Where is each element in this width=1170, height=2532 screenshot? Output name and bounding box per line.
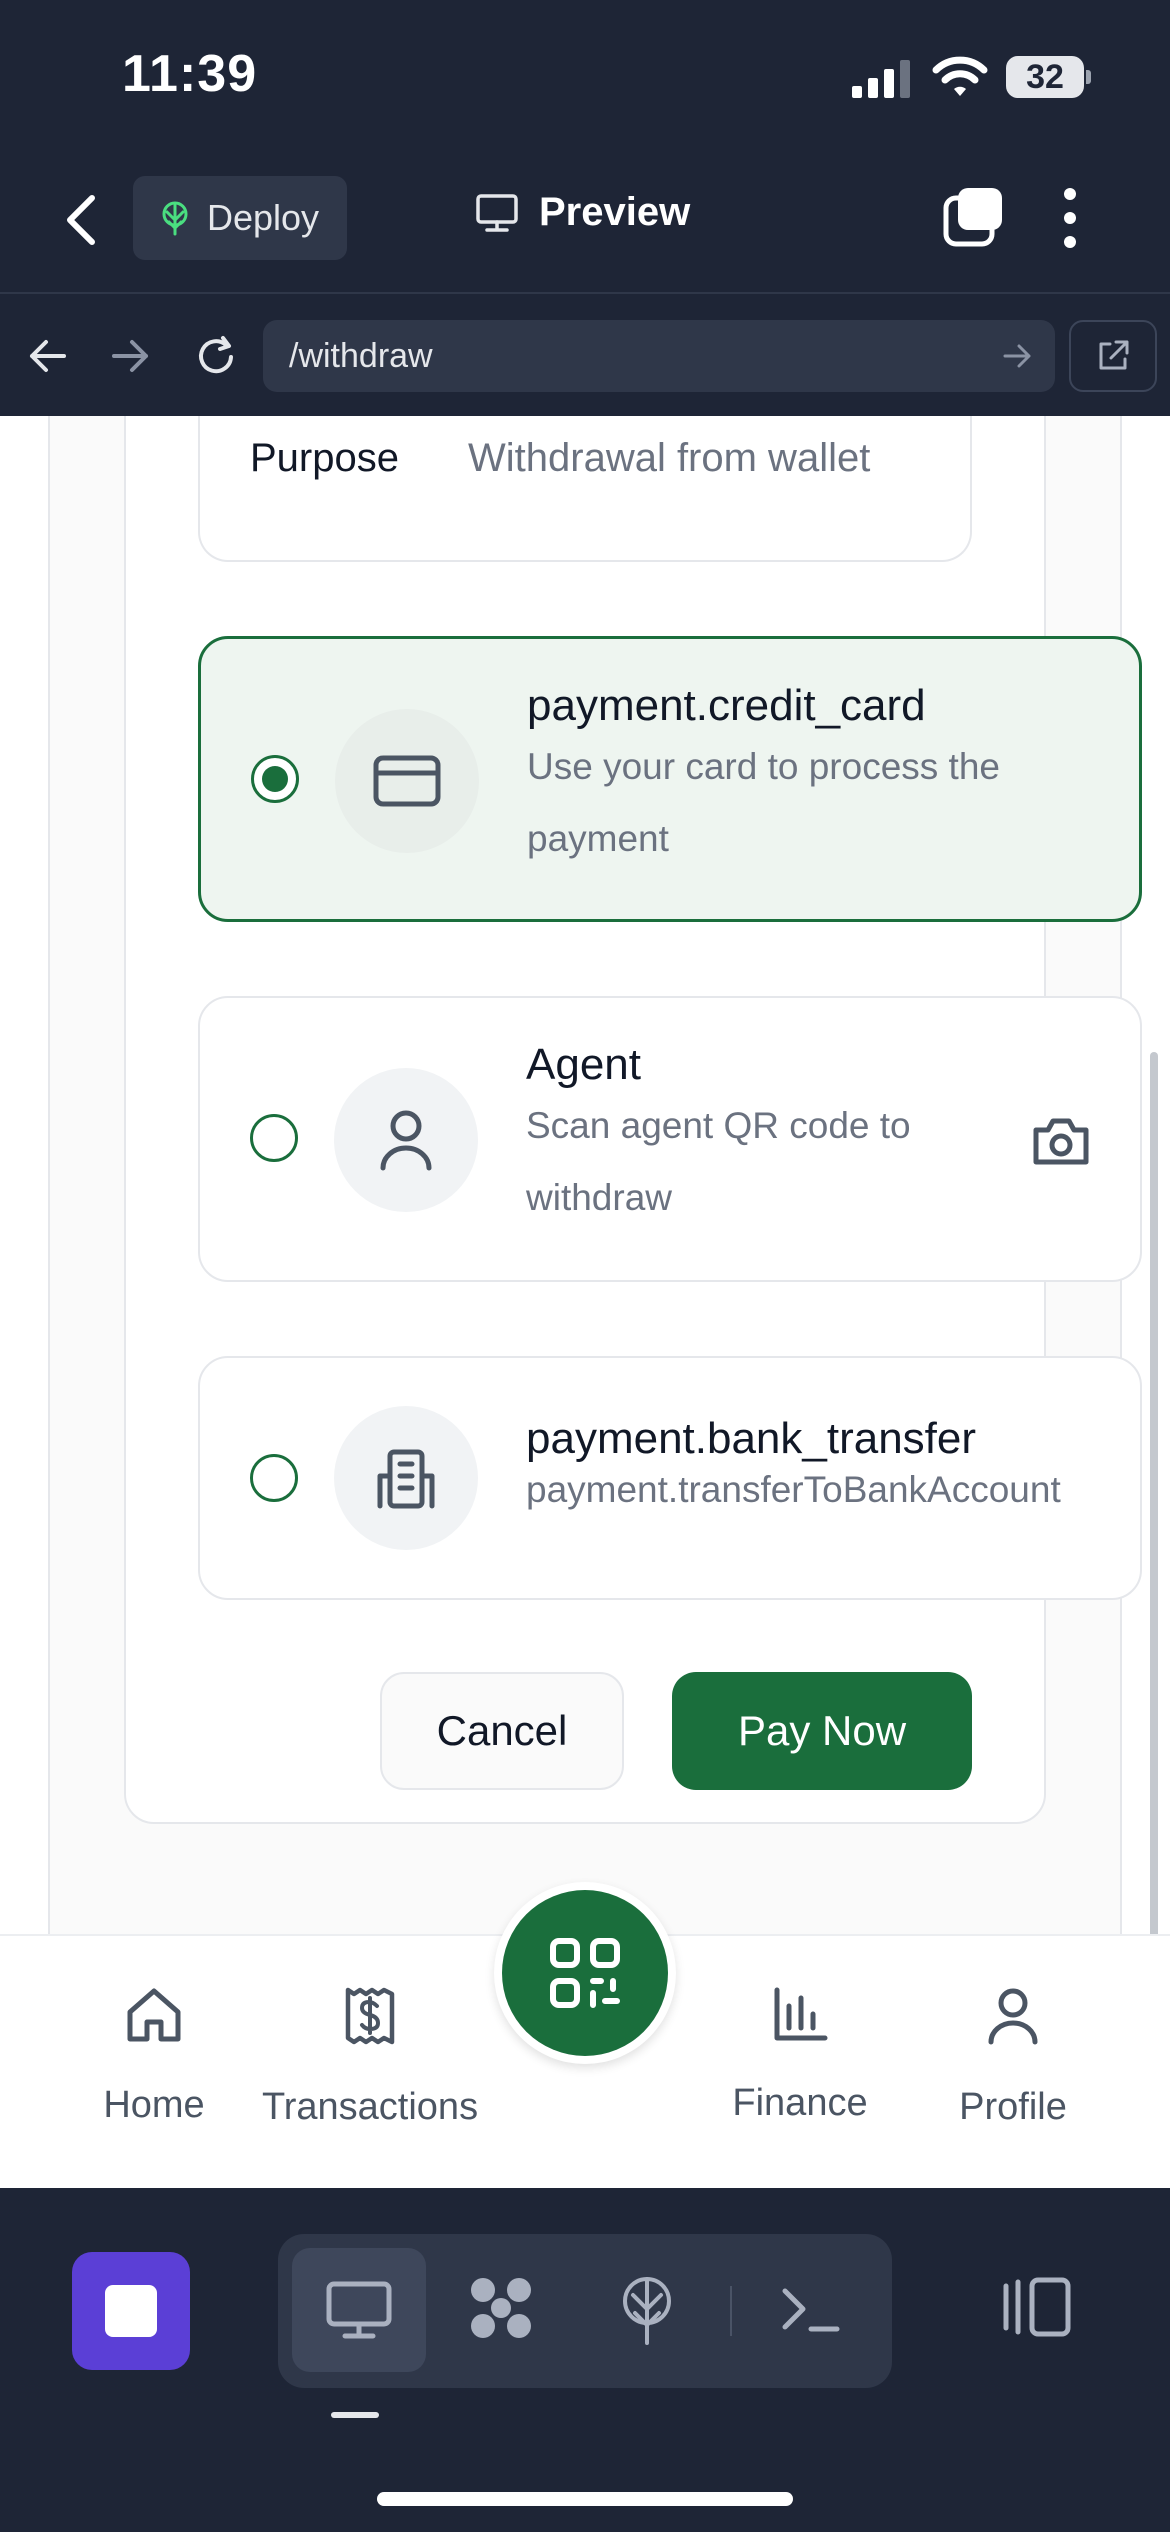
nav-item-profile[interactable]: Profile [893, 1986, 1133, 2129]
stop-icon [105, 2285, 157, 2337]
cellular-signal-icon [852, 58, 912, 98]
ide-dock [0, 2188, 1170, 2532]
scan-qr-button[interactable] [494, 1882, 676, 2064]
back-chevron-icon[interactable] [62, 192, 102, 248]
qr-code-icon [549, 1937, 621, 2009]
reload-icon[interactable] [193, 334, 239, 380]
camera-icon[interactable] [1032, 1116, 1090, 1166]
arrow-left-icon[interactable] [26, 336, 68, 376]
more-vertical-icon[interactable] [1063, 186, 1077, 250]
credit-card-icon [373, 755, 441, 807]
app-header: Deploy Preview [0, 150, 1170, 294]
option-title: payment.credit_card [527, 681, 926, 730]
purpose-value: Withdrawal from wallet [468, 436, 871, 480]
browser-bar: /withdraw [0, 296, 1170, 416]
grid-blocks-icon [467, 2274, 539, 2346]
user-icon [378, 1108, 434, 1172]
option-title: Agent [526, 1040, 641, 1089]
go-arrow-icon[interactable] [1003, 343, 1033, 369]
bank-building-icon [374, 1446, 438, 1510]
purpose-label: Purpose [250, 436, 399, 480]
open-external-button[interactable] [1069, 320, 1157, 392]
preview-tab[interactable]: Preview [475, 190, 690, 235]
preview-label: Preview [539, 190, 691, 234]
nav-label: Finance [732, 2082, 868, 2124]
payment-option-bank-transfer[interactable]: payment.bank_transfer payment.transferTo… [198, 1356, 1142, 1600]
url-input[interactable]: /withdraw [263, 320, 1055, 392]
user-icon [987, 1986, 1039, 2046]
nav-item-finance[interactable]: Finance [680, 1986, 920, 2125]
active-tool-indicator [331, 2412, 379, 2418]
option-description: Use your card to process the payment [527, 746, 1000, 859]
layout-toggle-icon[interactable] [1000, 2276, 1072, 2338]
tool-group [278, 2234, 892, 2388]
tool-workspace[interactable] [436, 2248, 570, 2372]
option-description: payment.transferToBankAccount [526, 1469, 1061, 1510]
monitor-icon [325, 2280, 393, 2340]
icon-badge [334, 1068, 478, 1212]
monitor-icon [475, 193, 519, 233]
tool-preview[interactable] [292, 2248, 426, 2372]
tool-terminal[interactable] [744, 2248, 878, 2372]
nav-label: Profile [959, 2086, 1067, 2128]
deploy-label: Deploy [207, 197, 320, 238]
terminal-icon [781, 2285, 841, 2335]
icon-badge [335, 709, 479, 853]
option-title: payment.bank_transfer [526, 1414, 977, 1463]
tool-deploy[interactable] [580, 2248, 714, 2372]
divider [730, 2286, 732, 2336]
option-description: Scan agent QR code to withdraw [526, 1105, 911, 1218]
status-bar: 11:39 32 [0, 0, 1170, 150]
nav-item-home[interactable]: Home [34, 1986, 274, 2127]
stop-button[interactable] [72, 2252, 190, 2370]
external-link-icon [1095, 338, 1131, 374]
deploy-button[interactable]: Deploy [133, 176, 347, 260]
status-time: 11:39 [122, 45, 258, 103]
nav-label: Transactions [261, 2086, 479, 2128]
arrow-right-icon[interactable] [110, 336, 152, 376]
icon-badge [334, 1406, 478, 1550]
battery-icon: 32 [1006, 56, 1091, 98]
payment-option-credit-card[interactable]: payment.credit_card Use your card to pro… [198, 636, 1142, 922]
receipt-dollar-icon [343, 1986, 397, 2046]
url-text: /withdraw [289, 336, 433, 375]
tabs-icon[interactable] [942, 186, 1006, 250]
home-indicator [377, 2492, 793, 2506]
wifi-icon [932, 54, 988, 98]
deploy-tree-icon [617, 2275, 677, 2345]
radio-agent[interactable] [250, 1114, 298, 1162]
payment-option-agent[interactable]: Agent Scan agent QR code to withdraw [198, 996, 1142, 1282]
pay-now-button[interactable]: Pay Now [672, 1672, 972, 1790]
purpose-row: Purpose Withdrawal from wallet [198, 416, 972, 562]
bar-chart-icon [772, 1986, 828, 2042]
home-icon [125, 1986, 183, 2044]
battery-level: 32 [1026, 58, 1064, 96]
nav-item-transactions[interactable]: Transactions [250, 1986, 490, 2129]
radio-credit-card[interactable] [251, 755, 299, 803]
nav-label: Home [103, 2084, 205, 2126]
cancel-button[interactable]: Cancel [380, 1672, 624, 1790]
radio-bank-transfer[interactable] [250, 1454, 298, 1502]
deploy-tree-icon [157, 200, 193, 236]
